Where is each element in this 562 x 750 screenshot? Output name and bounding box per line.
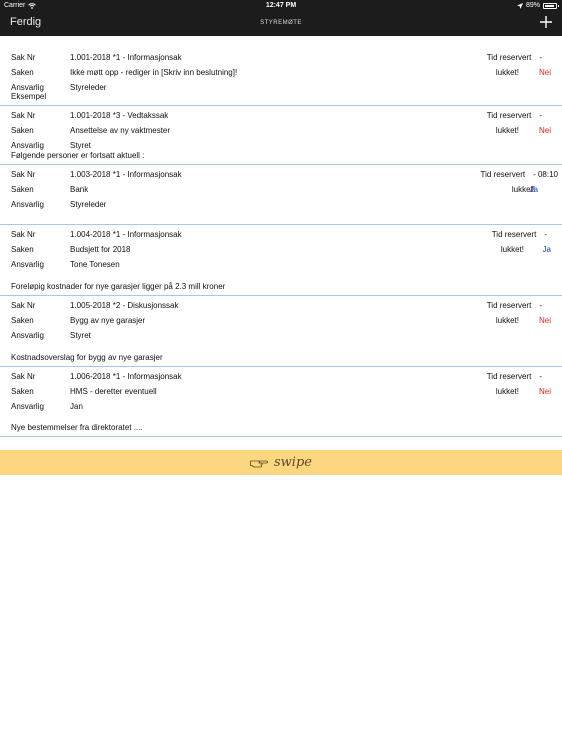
tid-reservert: Tid reservert - bbox=[487, 53, 542, 62]
sak-nr-label: Sak Nr bbox=[11, 372, 36, 381]
ansvarlig-label: Ansvarlig bbox=[11, 141, 44, 150]
tid-reservert: Tid reservert - 08:10 bbox=[480, 170, 558, 179]
page-title: STYREMØTE bbox=[260, 20, 302, 26]
lukket-status-value[interactable]: Nei bbox=[539, 316, 551, 325]
saken-label: Saken bbox=[11, 126, 34, 135]
tid-reservert: Tid reservert - bbox=[492, 230, 547, 239]
tid-reservert-value: - bbox=[539, 53, 542, 62]
sak-nr-label: Sak Nr bbox=[11, 230, 36, 239]
tid-reservert-label: Tid reservert bbox=[486, 53, 532, 62]
navigation-bar: Ferdig STYREMØTE bbox=[0, 12, 562, 36]
pointing-hand-icon bbox=[250, 460, 268, 467]
lukket-status-value[interactable]: Nei bbox=[539, 126, 551, 135]
saken-label: Saken bbox=[11, 185, 34, 194]
sak-nr-label: Sak Nr bbox=[11, 111, 36, 120]
swipe-label: swipe bbox=[274, 455, 312, 470]
agenda-item[interactable]: Sak Nr 1.001-2018 *1 - Informasjonsak Sake… bbox=[0, 36, 562, 106]
ansvarlig-value: Jan bbox=[70, 402, 83, 411]
tid-reservert: Tid reservert - bbox=[487, 372, 542, 381]
tid-reservert-value: - bbox=[539, 111, 542, 120]
ansvarlig-value: Styret bbox=[70, 331, 91, 340]
saken-label: Saken bbox=[11, 68, 34, 77]
tid-reservert-value: - 08:10 bbox=[533, 170, 558, 179]
note-text: Følgende personer er fortsatt aktuell : bbox=[11, 151, 145, 160]
lukket-status-value[interactable]: Nei bbox=[539, 68, 551, 77]
ansvarlig-label: Ansvarlig bbox=[11, 402, 44, 411]
sak-nr-value: 1.001-2018 *1 - Informasjonsak bbox=[70, 53, 182, 62]
sak-nr-value: 1.004-2018 *1 - Informasjonsak bbox=[70, 230, 182, 239]
add-icon[interactable] bbox=[539, 15, 553, 29]
note-text: Eksempel bbox=[11, 92, 47, 101]
saken-value: Ansettelse av ny vaktmester bbox=[70, 126, 171, 135]
sak-nr-value: 1.001-2018 *3 - Vedtakssak bbox=[70, 111, 169, 120]
tid-reservert-label: Tid reservert bbox=[486, 301, 532, 310]
tid-reservert-label: Tid reservert bbox=[486, 372, 532, 381]
sak-nr-label: Sak Nr bbox=[11, 170, 36, 179]
saken-value: Budsjett for 2018 bbox=[70, 245, 131, 254]
agenda-item[interactable]: Sak Nr 1.005-2018 *2 - Diskusjonssak Saken… bbox=[0, 296, 562, 367]
ansvarlig-label: Ansvarlig bbox=[11, 260, 44, 269]
battery-percentage: 89% bbox=[525, 2, 540, 9]
agenda-item[interactable]: Sak Nr 1.003-2018 *1 - Informasjonsak Sake… bbox=[0, 165, 562, 225]
note-text: Kostnadsoverslag for bygg av nye garasje… bbox=[11, 353, 163, 362]
saken-value: Ikke møtt opp - rediger in [Skriv inn be… bbox=[70, 68, 238, 77]
tid-reservert: Tid reservert - bbox=[487, 111, 542, 120]
saken-label: Saken bbox=[11, 316, 34, 325]
sak-nr-value: 1.003-2018 *1 - Informasjonsak bbox=[70, 170, 182, 179]
lukket-status-value[interactable]: Nei bbox=[539, 387, 551, 396]
tid-reservert-value: - bbox=[544, 230, 547, 239]
note-text: Foreløpig kostnader for nye garasjer lig… bbox=[11, 282, 226, 291]
tid-reservert-label: Tid reservert bbox=[491, 230, 537, 239]
agenda-item[interactable]: Sak Nr 1.004-2018 *1 - Informasjonsak Sake… bbox=[0, 225, 562, 296]
tid-reservert: Tid reservert - bbox=[487, 301, 542, 310]
lukket-status-value[interactable]: Ja bbox=[543, 245, 551, 254]
status-time: 12:47 PM bbox=[265, 2, 297, 9]
tid-reservert-label: Tid reservert bbox=[486, 111, 532, 120]
agenda-list: Sak Nr 1.001-2018 *1 - Informasjonsak Sake… bbox=[0, 36, 562, 437]
status-bar: Carrier 12:47 PM 89% bbox=[0, 0, 562, 12]
lukket-status-value[interactable]: Ja bbox=[530, 185, 538, 194]
ansvarlig-label: Ansvarlig bbox=[11, 200, 44, 209]
battery-icon bbox=[543, 2, 559, 9]
swipe-button[interactable]: swipe bbox=[0, 450, 562, 475]
saken-value: HMS - deretter eventuell bbox=[70, 387, 157, 396]
sak-nr-value: 1.006-2018 *1 - Informasjonsak bbox=[70, 372, 182, 381]
tid-reservert-value: - bbox=[539, 301, 542, 310]
saken-value: Bygg av nye garasjer bbox=[70, 316, 146, 325]
ansvarlig-value: Styreleder bbox=[70, 200, 107, 209]
lukket-label: lukket! bbox=[495, 126, 519, 135]
agenda-item[interactable]: Sak Nr 1.006-2018 *1 - Informasjonsak Sake… bbox=[0, 367, 562, 437]
ansvarlig-label: Ansvarlig bbox=[11, 83, 44, 92]
lukket-label: lukket! bbox=[495, 68, 519, 77]
saken-label: Saken bbox=[11, 387, 34, 396]
ansvarlig-value: Styret bbox=[70, 141, 91, 150]
ansvarlig-value: Styreleder bbox=[70, 83, 107, 92]
tid-reservert-value: - bbox=[539, 372, 542, 381]
tid-reservert-label: Tid reservert bbox=[480, 170, 526, 179]
saken-value: Bank bbox=[70, 185, 89, 194]
lukket-label: lukket! bbox=[495, 387, 519, 396]
agenda-item[interactable]: Sak Nr 1.001-2018 *3 - Vedtakssak Saken Ans… bbox=[0, 106, 562, 165]
location-arrow-icon bbox=[516, 2, 523, 9]
lukket-label: lukket! bbox=[500, 245, 524, 254]
sak-nr-label: Sak Nr bbox=[11, 53, 36, 62]
ansvarlig-value: Tone Tonesen bbox=[70, 260, 120, 269]
lukket-label: lukket! bbox=[495, 316, 519, 325]
sak-nr-value: 1.005-2018 *2 - Diskusjonssak bbox=[70, 301, 179, 310]
ansvarlig-label: Ansvarlig bbox=[11, 331, 44, 340]
status-right: 89% bbox=[516, 2, 559, 9]
note-text: Nye bestemmelser fra direktoratet .... bbox=[11, 423, 143, 432]
sak-nr-label: Sak Nr bbox=[11, 301, 36, 310]
saken-label: Saken bbox=[11, 245, 34, 254]
